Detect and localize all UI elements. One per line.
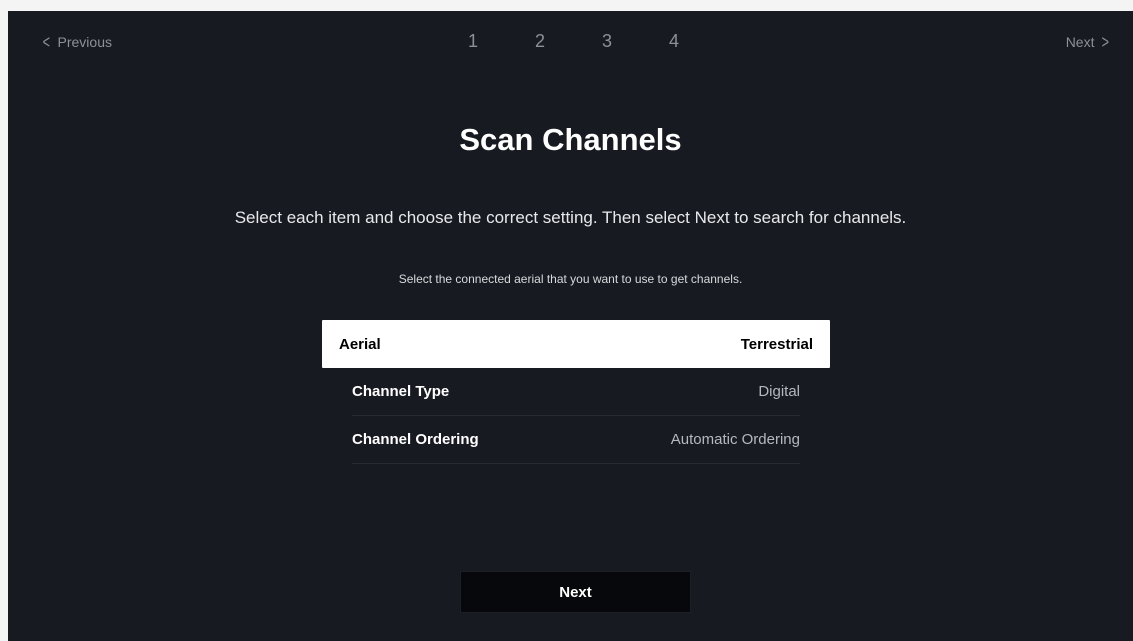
setting-row-channel-type[interactable]: Channel Type Digital xyxy=(352,368,800,416)
previous-button[interactable]: < Previous xyxy=(41,33,112,51)
next-nav-button[interactable]: Next > xyxy=(1066,33,1111,51)
next-button[interactable]: Next xyxy=(460,571,691,613)
setting-row-channel-ordering[interactable]: Channel Ordering Automatic Ordering xyxy=(352,416,800,464)
setting-label: Channel Type xyxy=(352,383,450,400)
page-title: Scan Channels xyxy=(459,122,682,157)
instruction-text: Select each item and choose the correct … xyxy=(234,208,907,227)
scan-channels-screen: < Previous 1 2 3 4 Next > Scan Channels … xyxy=(8,11,1133,641)
setting-value: Digital xyxy=(758,383,800,400)
hint-text: Select the connected aerial that you wan… xyxy=(398,272,743,286)
step-2[interactable]: 2 xyxy=(530,31,550,52)
setting-label: Channel Ordering xyxy=(352,431,479,448)
next-nav-label: Next xyxy=(1065,34,1095,50)
settings-list: Aerial Terrestrial Channel Type Digital … xyxy=(322,320,830,464)
setting-row-aerial[interactable]: Aerial Terrestrial xyxy=(322,320,830,368)
setting-value: Terrestrial xyxy=(740,335,813,353)
step-4[interactable]: 4 xyxy=(664,31,684,52)
setting-label: Aerial xyxy=(339,335,381,353)
previous-label: Previous xyxy=(57,34,112,50)
step-indicator: 1 2 3 4 xyxy=(463,31,684,52)
chevron-left-icon: < xyxy=(42,32,50,52)
step-3[interactable]: 3 xyxy=(597,31,617,52)
step-1[interactable]: 1 xyxy=(463,31,483,52)
chevron-right-icon: > xyxy=(1102,32,1110,52)
setting-value: Automatic Ordering xyxy=(670,431,800,448)
